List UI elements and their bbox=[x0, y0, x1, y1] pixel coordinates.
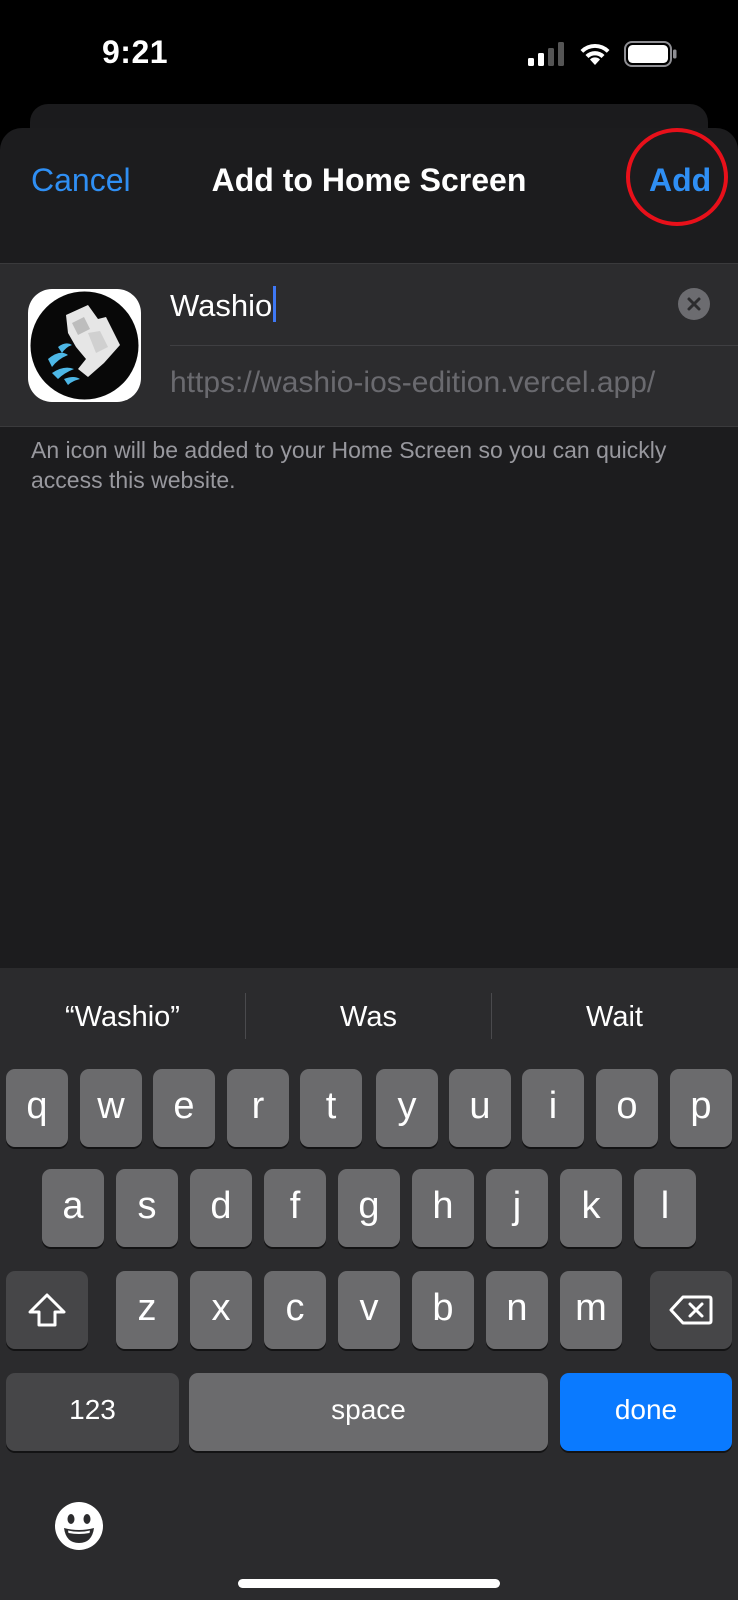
clear-x-icon bbox=[687, 297, 701, 311]
key-w[interactable]: w bbox=[80, 1069, 142, 1147]
key-o[interactable]: o bbox=[596, 1069, 658, 1147]
url-label: https://washio-ios-edition.vercel.app/ bbox=[170, 366, 656, 399]
status-bar: 9:21 bbox=[0, 0, 738, 100]
emoji-icon bbox=[55, 1502, 103, 1550]
add-button[interactable]: Add bbox=[649, 162, 711, 199]
shift-icon bbox=[28, 1293, 66, 1327]
key-s[interactable]: s bbox=[116, 1169, 178, 1247]
key-q[interactable]: q bbox=[6, 1069, 68, 1147]
key-i[interactable]: i bbox=[522, 1069, 584, 1147]
numbers-key[interactable]: 123 bbox=[6, 1373, 179, 1451]
key-h[interactable]: h bbox=[412, 1169, 474, 1247]
wifi-icon bbox=[580, 43, 610, 65]
space-key[interactable]: space bbox=[189, 1373, 548, 1451]
name-input-text: Washio bbox=[170, 288, 273, 323]
status-time: 9:21 bbox=[102, 34, 169, 70]
key-n[interactable]: n bbox=[486, 1271, 548, 1349]
sheet-title: Add to Home Screen bbox=[211, 162, 527, 198]
key-g[interactable]: g bbox=[338, 1169, 400, 1247]
name-input-value: Washio bbox=[170, 286, 277, 324]
key-e[interactable]: e bbox=[153, 1069, 215, 1147]
key-u[interactable]: u bbox=[449, 1069, 511, 1147]
signal-icon bbox=[528, 42, 564, 66]
key-c[interactable]: c bbox=[264, 1271, 326, 1349]
name-input[interactable]: Washio bbox=[170, 264, 738, 346]
key-y[interactable]: y bbox=[376, 1069, 438, 1147]
shift-key[interactable] bbox=[6, 1271, 88, 1349]
done-key[interactable]: done bbox=[560, 1373, 732, 1451]
key-b[interactable]: b bbox=[412, 1271, 474, 1349]
key-v[interactable]: v bbox=[338, 1271, 400, 1349]
key-p[interactable]: p bbox=[670, 1069, 732, 1147]
clear-text-button[interactable] bbox=[678, 288, 710, 320]
battery-icon bbox=[624, 41, 677, 67]
key-x[interactable]: x bbox=[190, 1271, 252, 1349]
key-l[interactable]: l bbox=[634, 1169, 696, 1247]
key-k[interactable]: k bbox=[560, 1169, 622, 1247]
washio-logo-icon bbox=[28, 289, 141, 402]
screen: 9:21 Cancel Add to Home Screen Add Washi… bbox=[0, 0, 738, 1600]
key-z[interactable]: z bbox=[116, 1271, 178, 1349]
suggestion-3[interactable]: Wait bbox=[492, 968, 737, 1066]
key-f[interactable]: f bbox=[264, 1169, 326, 1247]
emoji-button[interactable] bbox=[54, 1501, 104, 1551]
key-m[interactable]: m bbox=[560, 1271, 622, 1349]
key-t[interactable]: t bbox=[300, 1069, 362, 1147]
description-text: An icon will be added to your Home Scree… bbox=[31, 437, 667, 493]
key-a[interactable]: a bbox=[42, 1169, 104, 1247]
bookmark-form: Washio https://washio-ios-edition.vercel… bbox=[0, 263, 738, 427]
key-r[interactable]: r bbox=[227, 1069, 289, 1147]
keyboard: “Washio” Was Wait q w e r t y u i o p a … bbox=[0, 968, 738, 1600]
text-caret bbox=[273, 286, 277, 322]
backspace-icon bbox=[669, 1295, 713, 1325]
key-j[interactable]: j bbox=[486, 1169, 548, 1247]
suggestion-1[interactable]: “Washio” bbox=[0, 968, 245, 1066]
home-indicator bbox=[238, 1579, 500, 1588]
suggestion-2[interactable]: Was bbox=[246, 968, 491, 1066]
suggestion-bar: “Washio” Was Wait bbox=[0, 968, 738, 1066]
key-d[interactable]: d bbox=[190, 1169, 252, 1247]
backspace-key[interactable] bbox=[650, 1271, 732, 1349]
